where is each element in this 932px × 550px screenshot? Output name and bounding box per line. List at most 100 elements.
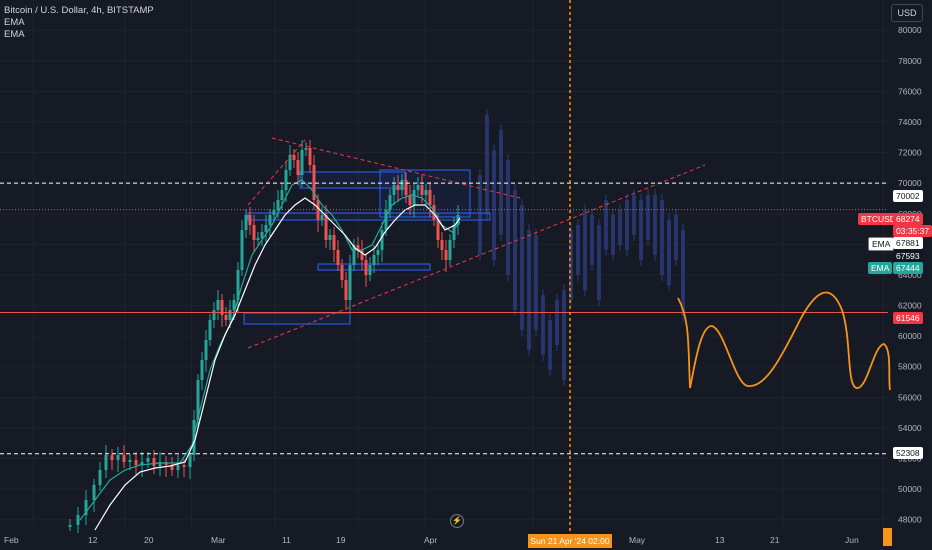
candle: [296, 160, 300, 175]
projection-candle: [520, 205, 524, 330]
candle: [376, 250, 380, 255]
y-tick-label: 54000: [898, 423, 922, 433]
candle: [396, 185, 400, 190]
candle: [420, 185, 424, 195]
projection-candle: [597, 225, 601, 300]
candle: [204, 340, 208, 360]
price-tag-last: 68274: [893, 213, 923, 225]
candle: [304, 148, 308, 150]
candle: [200, 360, 204, 380]
candle: [244, 215, 248, 230]
price-tag-bid: 67593: [893, 250, 923, 262]
ema-2-label-tag: EMA: [868, 262, 893, 274]
candle: [380, 230, 384, 250]
candle: [248, 215, 252, 225]
lightning-icon[interactable]: ⚡: [450, 514, 464, 528]
projection-candle: [513, 190, 517, 310]
price-tag-countdown: 03:35:37: [893, 225, 932, 237]
candle: [228, 310, 232, 320]
x-tick-label: 11: [282, 535, 291, 545]
candle: [332, 235, 336, 250]
ema-indicator-2[interactable]: EMA: [4, 29, 154, 41]
symbol-title[interactable]: Bitcoin / U.S. Dollar, 4h, BITSTAMP: [4, 5, 154, 17]
ema-line-white: [94, 197, 461, 531]
candle: [444, 250, 448, 260]
lower-trendline: [247, 164, 706, 349]
ema-2-value-tag: 67444: [893, 262, 923, 274]
projection-candle: [590, 215, 594, 265]
forecast-curve: [677, 291, 891, 391]
y-tick-label: 50000: [898, 484, 922, 494]
rally-trendline: [247, 139, 306, 206]
x-tick-label: 19: [336, 535, 346, 545]
candle: [364, 260, 368, 275]
candle: [272, 210, 276, 215]
candle: [320, 215, 324, 220]
currency-button[interactable]: USD: [891, 4, 923, 22]
candle: [152, 458, 156, 466]
candle: [240, 230, 244, 270]
x-tick-label: May: [629, 535, 646, 545]
consolidation-box: [243, 312, 351, 325]
y-tick-label: 74000: [898, 117, 922, 127]
projection-candle: [604, 200, 608, 250]
projection-candle: [681, 230, 685, 315]
chart-area[interactable]: 4800050000520005400056000580006000062000…: [0, 0, 932, 550]
x-tick-label: 12: [88, 535, 98, 545]
ema-1-value-tag: 67881: [893, 237, 923, 249]
candle: [336, 250, 340, 265]
ema-indicator-1[interactable]: EMA: [4, 17, 154, 29]
projection-candle: [583, 210, 587, 290]
projection-candle: [625, 200, 629, 250]
candle: [424, 190, 428, 195]
projection-candle: [562, 290, 566, 380]
projection-candle: [611, 215, 615, 255]
price-tag-support: 61546: [893, 312, 923, 324]
candle: [440, 240, 444, 250]
y-tick-label: 62000: [898, 301, 922, 311]
candle: [128, 460, 132, 462]
y-tick-label: 48000: [898, 515, 922, 525]
candle: [260, 232, 264, 238]
candle: [392, 185, 396, 195]
y-tick-label: 72000: [898, 148, 922, 158]
price-chart[interactable]: 4800050000520005400056000580006000062000…: [0, 0, 932, 550]
candle: [224, 315, 228, 320]
projection-candle: [674, 215, 678, 260]
candle: [146, 458, 150, 462]
candle: [416, 185, 420, 190]
candle: [208, 320, 212, 340]
projection-candle: [660, 200, 664, 275]
candle: [300, 150, 304, 175]
y-tick-label: 80000: [898, 25, 922, 35]
x-tick-label: Feb: [4, 535, 19, 545]
projection-candle: [618, 210, 622, 245]
projection-candle: [653, 195, 657, 255]
ema-1-label-tag: EMA: [868, 237, 895, 251]
candle: [344, 280, 348, 300]
candle: [428, 190, 432, 205]
candle: [448, 240, 452, 260]
candle: [284, 170, 288, 190]
y-tick-label: 78000: [898, 56, 922, 66]
x-tick-label: 20: [144, 535, 154, 545]
candle: [68, 525, 72, 527]
candle: [340, 265, 344, 280]
projection-candle: [541, 295, 545, 355]
y-tick-label: 58000: [898, 362, 922, 372]
candle: [116, 455, 120, 460]
candle: [92, 485, 96, 500]
candle: [280, 190, 284, 200]
projection-candle: [534, 235, 538, 330]
candle: [328, 235, 332, 240]
projection-candle: [632, 195, 636, 235]
candle: [188, 455, 192, 467]
candle: [436, 220, 440, 240]
x-tick-label: Apr: [424, 535, 437, 545]
y-tick-label: 70000: [898, 178, 922, 188]
candle: [400, 180, 404, 190]
candle: [348, 265, 352, 300]
projection-candle: [499, 130, 503, 235]
projection-candle: [646, 195, 650, 240]
x-tick-label: 21: [770, 535, 780, 545]
